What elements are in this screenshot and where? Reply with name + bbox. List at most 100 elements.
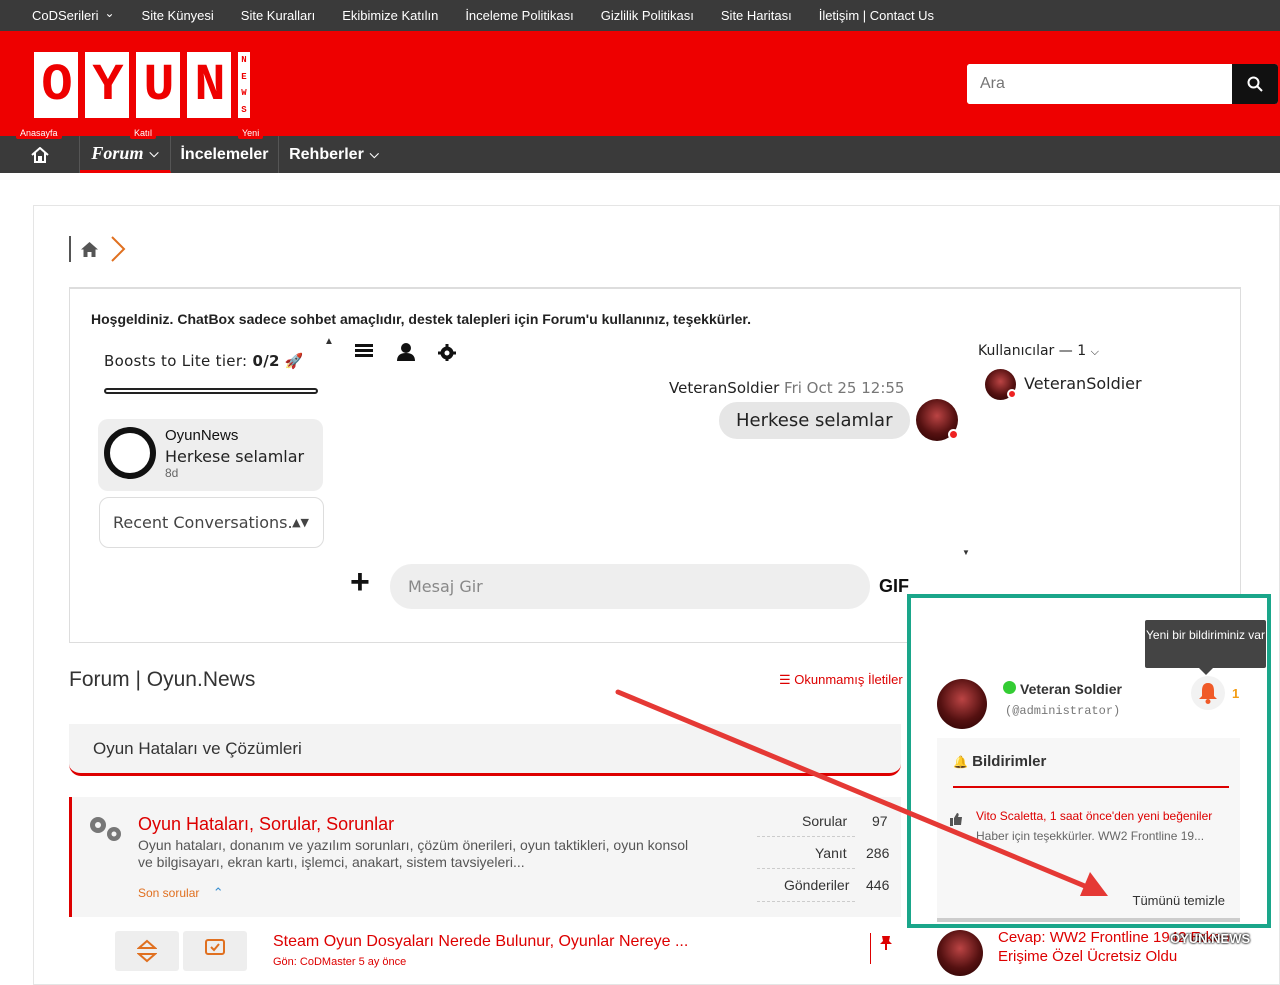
rocket-icon: 🚀	[284, 352, 304, 370]
caret-down-icon[interactable]: ▼	[962, 548, 970, 557]
nav-reviews-label: İncelemeler	[180, 145, 269, 163]
recent-questions-toggle[interactable]: Son sorular ⌃	[138, 885, 224, 901]
users-header[interactable]: Kullanıcılar — 1 ⌵	[978, 343, 1099, 359]
subforum-description: Oyun hataları, donanım ve yazılım sorunl…	[138, 837, 689, 870]
user-list-avatar[interactable]	[985, 369, 1017, 400]
search-icon	[1247, 76, 1263, 92]
gear-icon[interactable]	[437, 340, 457, 362]
subforum-row: Oyun Hataları, Sorular, Sorunlar Oyun ha…	[69, 797, 901, 917]
nav-guides-label: Rehberler	[289, 145, 364, 163]
bell-outline-icon: 🔔	[953, 755, 968, 769]
gif-button[interactable]: GIF	[879, 576, 909, 597]
stat-value: 446	[866, 877, 890, 893]
main-nav: Anasayfa Katıl Forum ⌵ Yeni İncelemeler …	[0, 127, 1280, 173]
latest-post-avatar[interactable]	[937, 930, 983, 976]
chat-welcome: Hoşgeldiniz. ChatBox sadece sohbet amaçl…	[91, 311, 751, 327]
vote-button[interactable]	[115, 931, 179, 971]
status-dot	[948, 429, 959, 440]
boost-label: Boosts to Lite tier:	[104, 352, 253, 370]
stat-label: Sorular	[802, 813, 848, 829]
conversation-name: OyunNews	[165, 427, 239, 444]
nav-reviews[interactable]: Yeni İncelemeler	[171, 127, 279, 173]
chevron-down-icon: ⌵	[149, 145, 159, 160]
logo-letter: O	[34, 52, 78, 118]
nav-home[interactable]: Anasayfa	[0, 127, 80, 173]
message-input[interactable]: Mesaj Gir	[390, 564, 870, 609]
recent-conversations-select[interactable]: Recent Conversations. ▲▼	[99, 497, 324, 548]
notification-bell-button[interactable]	[1191, 676, 1225, 710]
top-utility-bar: CoDSerileri Site Künyesi Site Kuralları …	[0, 0, 1280, 31]
reviews-badge: Yeni	[238, 127, 264, 139]
search-box	[967, 64, 1278, 104]
boost-progress	[104, 388, 318, 394]
user-list-name[interactable]: VeteranSoldier	[1024, 374, 1142, 393]
heading-underline	[953, 786, 1229, 788]
boost-status: Boosts to Lite tier: 0/2 🚀	[104, 352, 304, 370]
topnav-site-haritasi[interactable]: Site Haritası	[721, 8, 792, 23]
forum-title: Forum | Oyun.News	[69, 668, 256, 691]
recent-conversations-label: Recent Conversations.	[113, 513, 293, 532]
stat-value: 97	[872, 813, 888, 829]
chevron-down-icon: ⌵	[1090, 345, 1099, 358]
gears-icon	[90, 817, 121, 841]
user-icon[interactable]	[396, 340, 416, 362]
home-icon[interactable]	[81, 241, 98, 257]
nav-guides[interactable]: Rehberler ⌵	[279, 136, 389, 173]
search-button[interactable]	[1232, 64, 1278, 104]
unread-posts-label: Okunmamış İletiler	[794, 672, 903, 687]
search-input[interactable]	[967, 64, 1232, 104]
conversation-avatar	[104, 427, 156, 479]
stat-divider	[757, 901, 855, 902]
logo-letter: U	[136, 52, 180, 118]
notification-item-text: Vito Scaletta, 1 saat önce'den yeni beğe…	[976, 809, 1213, 823]
topnav-site-kurallari[interactable]: Site Kuralları	[241, 8, 315, 23]
status-dot	[1007, 389, 1017, 399]
topnav-iletisim[interactable]: İletişim | Contact Us	[819, 8, 934, 23]
clear-all-button[interactable]: Tümünü temizle	[1133, 893, 1225, 908]
menu-icon[interactable]	[355, 340, 375, 360]
logo-letter: N	[187, 52, 231, 118]
message-author[interactable]: VeteranSoldier	[669, 379, 779, 397]
conversation-card[interactable]: OyunNews Herkese selamlar 8d	[98, 419, 323, 491]
profile-name[interactable]: Veteran Soldier	[1020, 681, 1122, 697]
notifications-heading: 🔔 Bildirimler	[953, 753, 1046, 770]
forum-badge: Katıl	[130, 127, 157, 139]
watermark: OYUN.NEWS	[1170, 931, 1251, 946]
category-header[interactable]: Oyun Hataları ve Çözümleri	[69, 724, 901, 776]
stat-divider	[757, 868, 855, 869]
unread-posts-link[interactable]: ☰ Okunmamış İletiler	[779, 672, 903, 688]
breadcrumb	[69, 236, 126, 262]
caret-up-icon[interactable]: ▲	[324, 336, 334, 347]
message-header: VeteranSoldier Fri Oct 25 12:55	[669, 379, 904, 397]
stat-label: Gönderiler	[784, 877, 850, 893]
notifications-dropdown: 🔔 Bildirimler Vito Scaletta, 1 saat önce…	[937, 738, 1240, 922]
message-avatar[interactable]	[916, 399, 959, 441]
sort-icon: ▲▼	[292, 516, 309, 529]
profile-avatar[interactable]	[937, 679, 987, 729]
chevron-right-icon	[111, 236, 126, 262]
topnav-ekibimize-katilin[interactable]: Ekibimize Katılın	[342, 8, 438, 23]
nav-forum-label: Forum	[91, 142, 144, 163]
topnav-codserileri[interactable]: CoDSerileri	[32, 8, 115, 23]
conversation-last-message: Herkese selamlar	[165, 447, 305, 466]
logo-news: N E W S	[238, 52, 250, 118]
comment-check-icon	[205, 939, 225, 955]
layers-icon: ☰	[779, 672, 791, 687]
topic-meta: Gön: CoDMaster 5 ay önce	[273, 956, 407, 968]
boost-value: 0/2	[252, 352, 280, 370]
online-status-dot	[1003, 681, 1016, 694]
notification-tooltip: Yeni bir bildiriminiz var	[1145, 620, 1266, 675]
notification-item[interactable]: Vito Scaletta, 1 saat önce'den yeni beğe…	[976, 806, 1216, 846]
topnav-site-kunyesi[interactable]: Site Künyesi	[142, 8, 214, 23]
stat-label: Yanıt	[815, 845, 847, 861]
attach-plus-button[interactable]: +	[350, 565, 370, 599]
answer-button[interactable]	[183, 931, 247, 971]
topnav-gizlilik-politikasi[interactable]: Gizlilik Politikası	[601, 8, 694, 23]
conversation-time: 8d	[165, 466, 179, 480]
subforum-title[interactable]: Oyun Hataları, Sorular, Sorunlar	[138, 814, 394, 835]
site-logo[interactable]: O Y U N N E W S	[34, 52, 250, 118]
topnav-inceleme-politikasi[interactable]: İnceleme Politikası	[465, 8, 573, 23]
topic-title[interactable]: Steam Oyun Dosyaları Nerede Bulunur, Oyu…	[273, 933, 688, 951]
nav-forum[interactable]: Katıl Forum ⌵	[80, 127, 171, 173]
site-header: O Y U N N E W S	[0, 31, 1280, 136]
